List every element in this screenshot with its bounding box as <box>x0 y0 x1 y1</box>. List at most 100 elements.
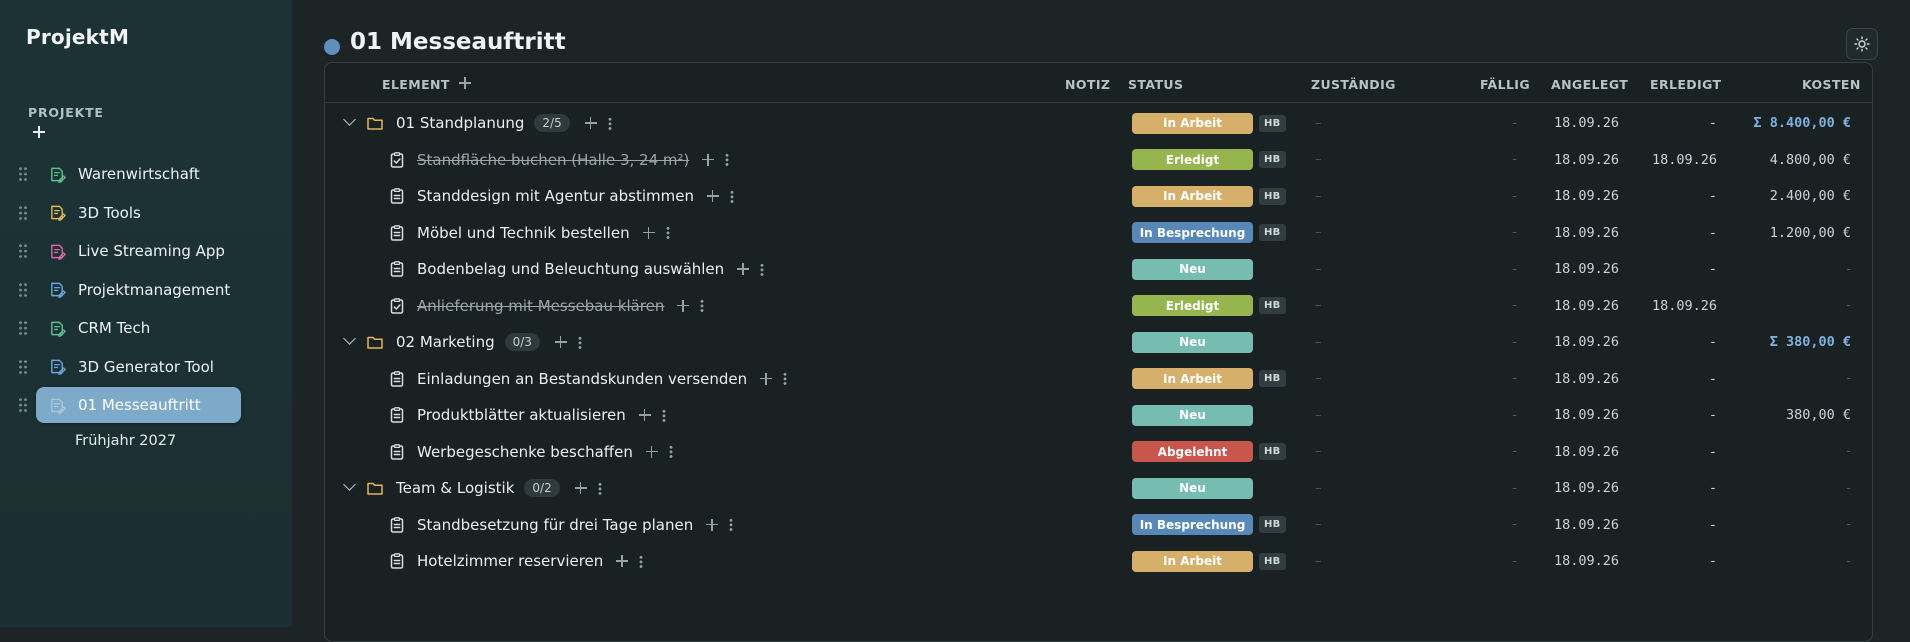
add-subitem-button[interactable] <box>645 445 659 459</box>
chevron-down-icon[interactable] <box>343 113 356 126</box>
zustaendig-value[interactable]: – <box>1315 481 1322 496</box>
add-subitem-button[interactable] <box>736 262 750 276</box>
task-title[interactable]: Standbesetzung für drei Tage planen <box>417 516 693 534</box>
add-subitem-button[interactable] <box>584 116 598 130</box>
theme-toggle-button[interactable] <box>1846 28 1878 60</box>
sidebar-item-pill[interactable]: CRM Tech <box>36 310 241 346</box>
more-options-icon[interactable] <box>577 335 582 349</box>
drag-handle-icon[interactable] <box>18 358 28 375</box>
add-subitem-button[interactable] <box>642 226 656 240</box>
task-title[interactable]: Anlieferung mit Messebau klären <box>417 297 664 315</box>
status-badge[interactable]: Abgelehnt <box>1132 441 1253 463</box>
sidebar-item-project[interactable]: Warenwirtschaft <box>0 155 292 194</box>
zustaendig-value[interactable]: – <box>1315 335 1322 350</box>
status-badge[interactable]: In Besprechung <box>1132 222 1253 244</box>
add-subitem-button[interactable] <box>638 408 652 422</box>
sidebar-item-pill[interactable]: Projektmanagement <box>36 272 241 308</box>
zustaendig-value[interactable]: – <box>1315 444 1322 459</box>
drag-handle-icon[interactable] <box>18 204 28 221</box>
task-row[interactable]: Anlieferung mit Messebau klären Erledigt… <box>325 288 1872 325</box>
column-header-angelegt[interactable]: ANGELEGT <box>1551 77 1628 92</box>
column-header-kosten[interactable]: KOSTEN <box>1802 77 1861 92</box>
status-badge[interactable]: In Arbeit <box>1132 185 1253 207</box>
sidebar-item-project[interactable]: 3D Tools <box>0 194 292 233</box>
cost-sum-value[interactable]: Σ 8.400,00 € <box>1753 115 1851 131</box>
more-options-icon[interactable] <box>668 445 673 459</box>
sidebar-item-project[interactable]: CRM Tech <box>0 309 292 348</box>
cost-value[interactable]: - <box>1846 481 1851 496</box>
faellig-value[interactable]: - <box>1512 554 1517 569</box>
task-title[interactable]: Produktblätter aktualisieren <box>417 406 626 424</box>
cost-value[interactable]: 1.200,00 € <box>1770 225 1851 241</box>
status-badge[interactable]: Erledigt <box>1132 149 1253 171</box>
faellig-value[interactable]: - <box>1512 262 1517 277</box>
more-options-icon[interactable] <box>729 189 734 203</box>
group-row[interactable]: 01 Standplanung 2/5 In Arbeit HB – - 18.… <box>325 105 1872 142</box>
drag-handle-icon[interactable] <box>18 320 28 337</box>
group-title[interactable]: Team & Logistik <box>396 479 514 497</box>
column-header-element[interactable]: ELEMENT <box>382 77 450 92</box>
zustaendig-value[interactable]: – <box>1315 371 1322 386</box>
faellig-value[interactable]: - <box>1512 189 1517 204</box>
cost-value[interactable]: - <box>1846 298 1851 313</box>
add-subitem-button[interactable] <box>759 372 773 386</box>
more-options-icon[interactable] <box>783 372 788 386</box>
faellig-value[interactable]: - <box>1512 517 1517 532</box>
faellig-value[interactable]: - <box>1512 481 1517 496</box>
add-subitem-button[interactable] <box>574 481 588 495</box>
faellig-value[interactable]: - <box>1512 152 1517 167</box>
zustaendig-value[interactable]: – <box>1315 225 1322 240</box>
task-row[interactable]: Standbesetzung für drei Tage planen In B… <box>325 507 1872 544</box>
more-options-icon[interactable] <box>700 299 705 313</box>
status-badge[interactable]: Neu <box>1132 404 1253 426</box>
faellig-value[interactable]: - <box>1512 225 1517 240</box>
faellig-value[interactable]: - <box>1512 298 1517 313</box>
add-subitem-button[interactable] <box>676 299 690 313</box>
drag-handle-icon[interactable] <box>18 281 28 298</box>
faellig-value[interactable]: - <box>1512 408 1517 423</box>
sidebar-item-pill[interactable]: 3D Generator Tool <box>36 349 241 385</box>
cost-value[interactable]: 380,00 € <box>1786 407 1851 423</box>
status-badge[interactable]: Neu <box>1132 331 1253 353</box>
more-options-icon[interactable] <box>607 116 612 130</box>
zustaendig-value[interactable]: – <box>1315 262 1322 277</box>
status-badge[interactable]: In Arbeit <box>1132 368 1253 390</box>
task-title[interactable]: Möbel und Technik bestellen <box>417 224 630 242</box>
cost-value[interactable]: - <box>1846 444 1851 459</box>
sidebar-item-pill[interactable]: 3D Tools <box>36 195 241 231</box>
sidebar-item-pill[interactable]: Warenwirtschaft <box>36 156 241 192</box>
zustaendig-value[interactable]: – <box>1315 116 1322 131</box>
sidebar-item-project[interactable]: 3D Generator Tool <box>0 348 292 387</box>
sidebar-item-project[interactable]: Live Streaming App <box>0 232 292 271</box>
add-project-button[interactable] <box>30 123 48 141</box>
task-row[interactable]: Werbegeschenke beschaffen Abgelehnt HB –… <box>325 434 1872 471</box>
status-badge[interactable]: Erledigt <box>1132 295 1253 317</box>
task-title[interactable]: Standdesign mit Agentur abstimmen <box>417 187 694 205</box>
chevron-down-icon[interactable] <box>343 478 356 491</box>
cost-value[interactable]: - <box>1846 371 1851 386</box>
task-row[interactable]: Einladungen an Bestandskunden versenden … <box>325 361 1872 398</box>
column-header-erledigt[interactable]: ERLEDIGT <box>1650 77 1721 92</box>
cost-value[interactable]: 2.400,00 € <box>1770 188 1851 204</box>
cost-value[interactable]: - <box>1846 554 1851 569</box>
group-row[interactable]: Team & Logistik 0/2 Neu – - 18.09.26 - - <box>325 470 1872 507</box>
column-header-notiz[interactable]: NOTIZ <box>1065 77 1110 92</box>
add-subitem-button[interactable] <box>615 554 629 568</box>
faellig-value[interactable]: - <box>1512 116 1517 131</box>
task-row[interactable]: Produktblätter aktualisieren Neu – - 18.… <box>325 397 1872 434</box>
brand-logo[interactable]: ProjektM <box>26 25 129 49</box>
add-column-button[interactable] <box>458 76 472 90</box>
more-options-icon[interactable] <box>665 226 670 240</box>
column-header-zustaendig[interactable]: ZUSTÄNDIG <box>1311 77 1396 92</box>
faellig-value[interactable]: - <box>1512 371 1517 386</box>
zustaendig-value[interactable]: – <box>1315 298 1322 313</box>
task-row[interactable]: Hotelzimmer reservieren In Arbeit HB – -… <box>325 543 1872 580</box>
faellig-value[interactable]: - <box>1512 444 1517 459</box>
task-row[interactable]: Bodenbelag und Beleuchtung auswählen Neu… <box>325 251 1872 288</box>
add-subitem-button[interactable] <box>706 189 720 203</box>
sidebar-subitem-fruehjahr-2027[interactable]: Frühjahr 2027 <box>75 433 176 449</box>
add-subitem-button[interactable] <box>701 153 715 167</box>
group-title[interactable]: 01 Standplanung <box>396 114 524 132</box>
add-subitem-button[interactable] <box>705 518 719 532</box>
more-options-icon[interactable] <box>597 481 602 495</box>
